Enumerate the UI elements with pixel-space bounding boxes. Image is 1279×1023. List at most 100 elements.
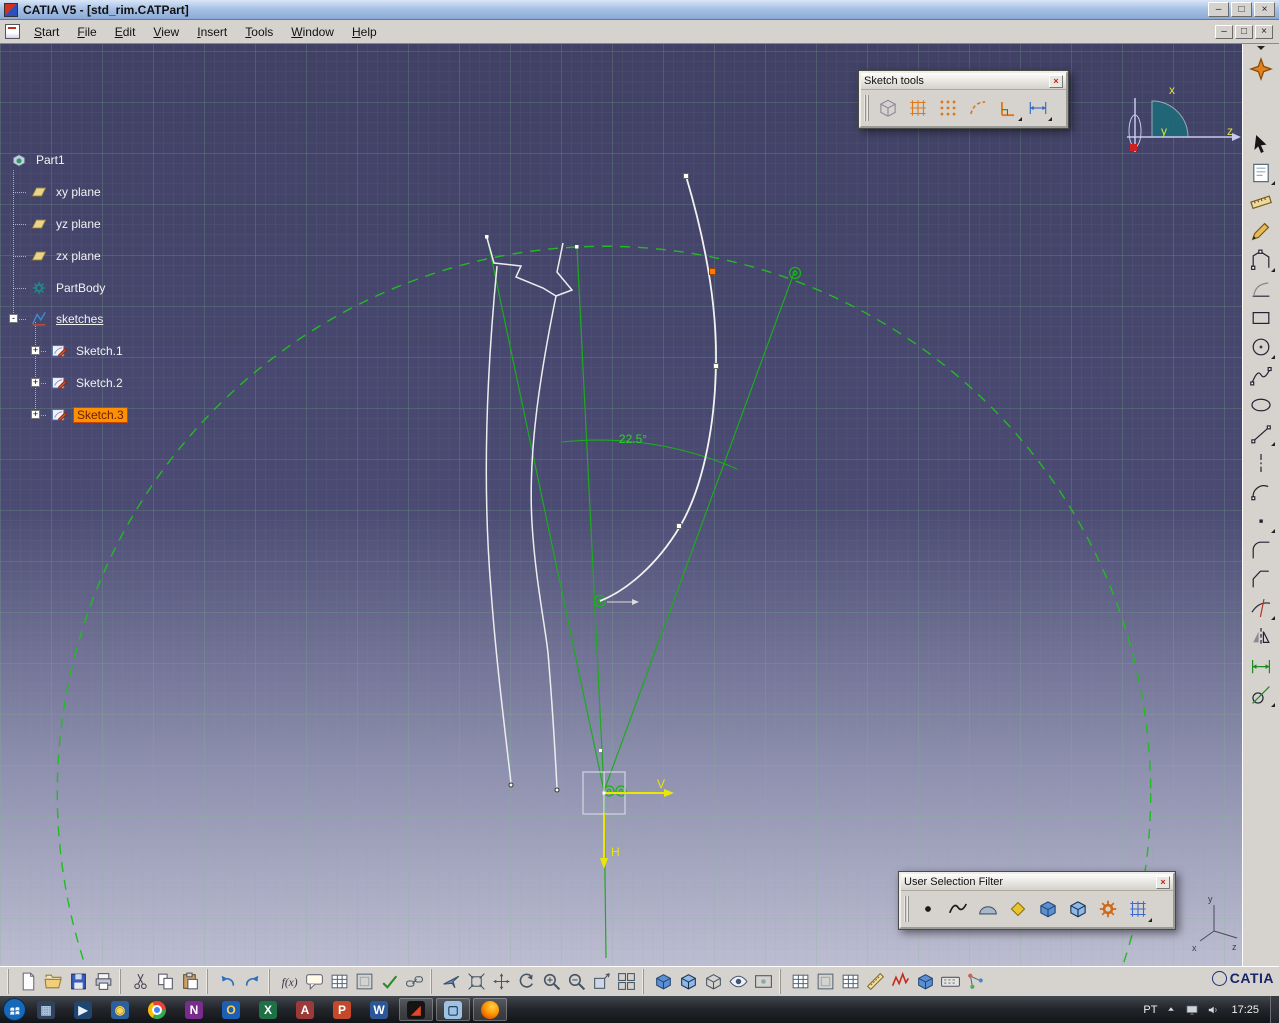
body-filter-icon[interactable] xyxy=(1064,895,1092,923)
tree-expand-box[interactable]: + xyxy=(31,410,40,419)
mdi-close-button[interactable]: × xyxy=(1255,24,1273,39)
layer-list-3-icon[interactable] xyxy=(838,969,863,994)
select-icon[interactable] xyxy=(1247,129,1275,158)
tree-label[interactable]: PartBody xyxy=(53,281,108,295)
taskbar-media-player[interactable]: ▶ xyxy=(66,998,100,1021)
constraint-icon[interactable] xyxy=(1247,651,1275,680)
design-table-icon[interactable] xyxy=(327,969,352,994)
sketch-tools-close-icon[interactable]: × xyxy=(1049,74,1063,88)
tree-item-zx-plane[interactable]: zx plane xyxy=(30,246,104,266)
contact-constraint-icon[interactable] xyxy=(1247,680,1275,709)
zoom-in-icon[interactable] xyxy=(539,969,564,994)
restore-button[interactable]: □ xyxy=(1231,2,1252,17)
cut-icon[interactable] xyxy=(128,969,153,994)
rotate-icon[interactable] xyxy=(514,969,539,994)
geometrical-constraints-icon[interactable] xyxy=(994,94,1022,122)
rectangle-icon[interactable] xyxy=(1247,303,1275,332)
frame-icon[interactable] xyxy=(352,969,377,994)
taskbar-excel[interactable]: X xyxy=(251,998,285,1021)
menu-edit[interactable]: Edit xyxy=(106,22,145,42)
point-filter-icon[interactable] xyxy=(914,895,942,923)
operation-icon[interactable] xyxy=(1247,274,1275,303)
tree-label[interactable]: Sketch.1 xyxy=(73,344,126,358)
line-icon[interactable] xyxy=(1247,419,1275,448)
snap-to-point-icon[interactable] xyxy=(934,94,962,122)
drag-handle[interactable] xyxy=(904,896,909,922)
tree-label[interactable]: Part1 xyxy=(33,153,68,167)
drag-handle[interactable] xyxy=(864,95,869,121)
tree-label[interactable]: sketches xyxy=(53,312,106,326)
grid-filter-icon[interactable] xyxy=(1124,895,1152,923)
fly-mode-icon[interactable] xyxy=(439,969,464,994)
tree-item-sketches[interactable]: sketches xyxy=(30,309,106,329)
volume-filter-icon[interactable] xyxy=(1034,895,1062,923)
tree-expand-box[interactable]: + xyxy=(31,346,40,355)
tree-label[interactable]: Sketch.3 xyxy=(73,407,128,423)
red-curve-analysis-icon[interactable] xyxy=(888,969,913,994)
start-button[interactable] xyxy=(3,998,26,1021)
link-icon[interactable] xyxy=(402,969,427,994)
taskbar-system-app[interactable]: ▦ xyxy=(29,998,63,1021)
taskbar-onenote[interactable]: N xyxy=(177,998,211,1021)
network-icon[interactable] xyxy=(1185,1003,1199,1017)
new-document-icon[interactable] xyxy=(16,969,41,994)
angle-label[interactable]: 22.5° xyxy=(619,432,647,446)
compass-anchor[interactable] xyxy=(1130,144,1137,151)
selected-point[interactable] xyxy=(709,268,716,275)
spline-icon[interactable] xyxy=(1247,361,1275,390)
shaded-edges-cube-icon[interactable] xyxy=(676,969,701,994)
taskbar-chrome[interactable] xyxy=(140,998,174,1021)
show-hidden-icons-icon[interactable] xyxy=(1164,1003,1178,1017)
viewport[interactable]: 22.5° V H x y z y z x Part1 xy plane yz … xyxy=(0,44,1242,966)
taskbar-firefox[interactable] xyxy=(473,998,507,1021)
menu-start[interactable]: Start xyxy=(25,22,68,42)
corner-icon[interactable] xyxy=(1247,535,1275,564)
tree-label[interactable]: yz plane xyxy=(53,217,104,231)
mdi-restore-button[interactable]: □ xyxy=(1235,24,1253,39)
annotation-bubble-icon[interactable] xyxy=(302,969,327,994)
user-selection-filter-close-icon[interactable]: × xyxy=(1156,875,1170,889)
zoom-out-icon[interactable] xyxy=(564,969,589,994)
taskbar-word[interactable]: W xyxy=(362,998,396,1021)
keyboard-icon[interactable] xyxy=(938,969,963,994)
ellipse-icon[interactable] xyxy=(1247,390,1275,419)
chamfer-icon[interactable] xyxy=(1247,564,1275,593)
exit-workbench-icon[interactable] xyxy=(1247,54,1275,83)
open-icon[interactable] xyxy=(41,969,66,994)
paste-icon[interactable] xyxy=(178,969,203,994)
taskbar-catia[interactable]: ◢ xyxy=(399,998,433,1021)
pan-icon[interactable] xyxy=(489,969,514,994)
tree-item-xy-plane[interactable]: xy plane xyxy=(30,182,104,202)
layer-list-1-icon[interactable] xyxy=(788,969,813,994)
print-icon[interactable] xyxy=(91,969,116,994)
layer-list-2-icon[interactable] xyxy=(813,969,838,994)
copy-icon[interactable] xyxy=(153,969,178,994)
tree-item-partbody[interactable]: PartBody xyxy=(30,278,108,298)
menu-help[interactable]: Help xyxy=(343,22,386,42)
taskbar-powerpoint[interactable]: P xyxy=(325,998,359,1021)
tree-label[interactable]: Sketch.2 xyxy=(73,376,126,390)
tree-expand-box[interactable]: + xyxy=(31,378,40,387)
profile-icon[interactable] xyxy=(1247,245,1275,274)
feature-filter-icon[interactable] xyxy=(1094,895,1122,923)
taskbar-access[interactable]: A xyxy=(288,998,322,1021)
wireframe-cube-icon[interactable] xyxy=(701,969,726,994)
axis-icon[interactable] xyxy=(1247,448,1275,477)
tree-collapse-box[interactable]: - xyxy=(9,314,18,323)
taskbar-app-window[interactable]: ▢ xyxy=(436,998,470,1021)
point-icon[interactable] xyxy=(1247,506,1275,535)
show-desktop-button[interactable] xyxy=(1270,996,1279,1023)
dimensional-constraints-icon[interactable] xyxy=(1024,94,1052,122)
sheet-icon[interactable] xyxy=(1247,158,1275,187)
tree-item-part1[interactable]: Part1 xyxy=(10,150,68,170)
circle-icon[interactable] xyxy=(1247,332,1275,361)
isometric-grid-icon[interactable] xyxy=(874,94,902,122)
graph-tree-icon[interactable] xyxy=(963,969,988,994)
colored-cube-icon[interactable] xyxy=(913,969,938,994)
menu-view[interactable]: View xyxy=(144,22,188,42)
mdi-minimize-button[interactable]: – xyxy=(1215,24,1233,39)
pencil-icon[interactable] xyxy=(1247,216,1275,245)
arc-icon[interactable] xyxy=(1247,477,1275,506)
tree-item-sketch-3[interactable]: Sketch.3 xyxy=(50,405,128,425)
taskbar-clock[interactable]: 17:25 xyxy=(1227,1004,1263,1016)
